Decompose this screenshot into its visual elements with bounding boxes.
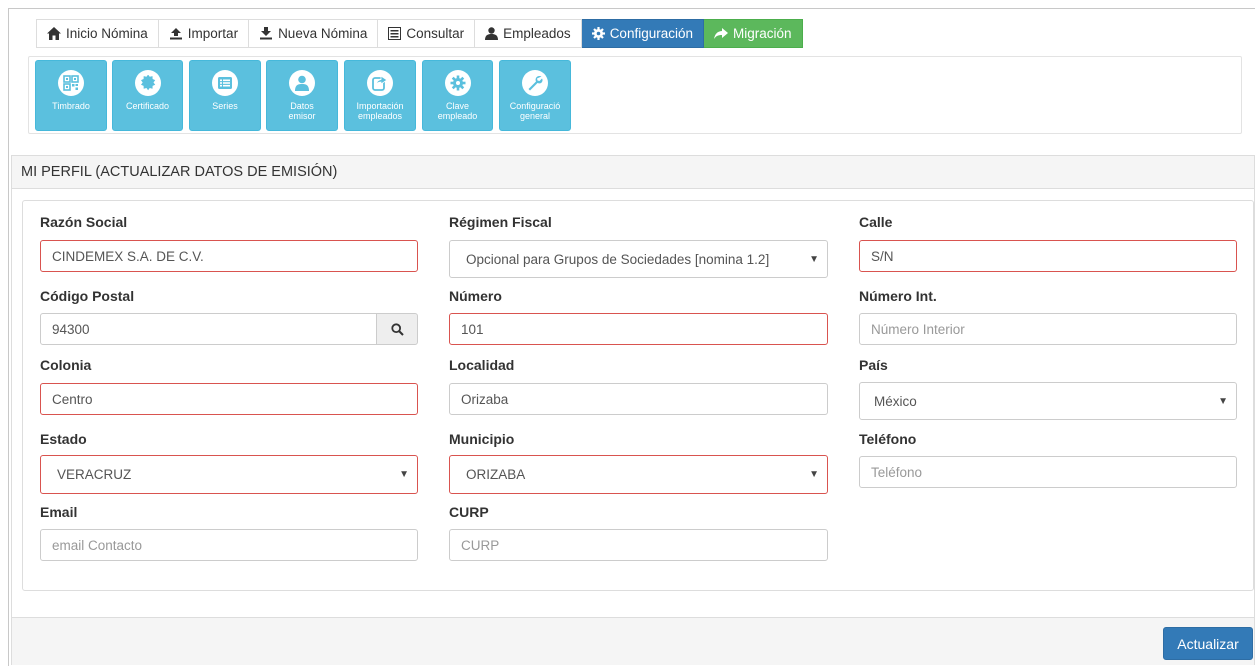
regimen-fiscal-label: Régimen Fiscal xyxy=(449,214,552,230)
estado-value: VERACRUZ xyxy=(57,467,132,482)
numero-input[interactable]: 101 xyxy=(449,313,828,345)
curp-label: CURP xyxy=(449,504,489,520)
tile-label: Importación empleados xyxy=(356,101,404,121)
municipio-value: ORIZABA xyxy=(466,467,526,482)
certificate-icon xyxy=(134,70,161,96)
caret-down-icon: ▼ xyxy=(809,253,819,265)
qrcode-icon xyxy=(58,70,84,96)
calle-label: Calle xyxy=(859,214,893,230)
telefono-input[interactable]: Teléfono xyxy=(859,456,1237,488)
razon-social-input[interactable]: CINDEMEX S.A. DE C.V. xyxy=(40,240,418,272)
gear-icon xyxy=(444,70,471,96)
user-icon xyxy=(485,27,499,40)
localidad-input[interactable]: Orizaba xyxy=(449,383,828,415)
email-label: Email xyxy=(40,504,78,520)
home-icon xyxy=(47,27,61,40)
telefono-label: Teléfono xyxy=(859,431,917,447)
list-icon xyxy=(212,70,238,96)
download-icon xyxy=(260,27,273,40)
caret-down-icon: ▼ xyxy=(809,469,819,480)
tab-label: Empleados xyxy=(503,26,571,41)
gear-icon xyxy=(591,27,605,40)
tab-importar[interactable]: Importar xyxy=(158,19,250,48)
tab-label: Nueva Nómina xyxy=(278,26,368,41)
user-icon xyxy=(289,70,315,96)
tab-label: Migración xyxy=(733,26,792,41)
caret-down-icon: ▼ xyxy=(1218,395,1228,407)
tile-label: Clave empleado xyxy=(437,101,478,121)
colonia-input[interactable]: Centro xyxy=(40,383,418,415)
search-icon xyxy=(390,322,404,336)
share-arrow-icon xyxy=(714,27,728,39)
search-button[interactable] xyxy=(376,313,418,345)
municipio-select[interactable]: ORIZABA ▼ xyxy=(449,455,828,494)
profile-form: Razón Social CINDEMEX S.A. DE C.V. Régim… xyxy=(22,200,1254,591)
tile-series[interactable]: Series xyxy=(189,60,261,131)
razon-social-label: Razón Social xyxy=(40,214,128,230)
pais-value: México xyxy=(874,393,917,409)
tab-label: Consultar xyxy=(406,26,465,41)
list-icon xyxy=(388,27,402,40)
tile-label: Certificado xyxy=(125,101,170,111)
curp-input[interactable]: CURP xyxy=(449,529,828,561)
config-toolbar: Timbrado Certificado Series Datos emisor… xyxy=(28,56,1242,134)
tile-timbrado[interactable]: Timbrado xyxy=(35,60,107,131)
estado-label: Estado xyxy=(40,431,87,447)
regimen-fiscal-value: Opcional para Grupos de Sociedades [nomi… xyxy=(466,251,770,267)
tile-datos-emisor[interactable]: Datos emisor xyxy=(266,60,338,131)
upload-icon xyxy=(169,28,182,40)
tab-migracion[interactable]: Migración xyxy=(704,19,803,48)
tab-empleados[interactable]: Empleados xyxy=(475,19,582,48)
municipio-label: Municipio xyxy=(449,431,515,447)
tab-label: Importar xyxy=(187,26,239,41)
pais-label: País xyxy=(859,357,888,373)
tab-consultar[interactable]: Consultar xyxy=(378,19,476,48)
numero-int-input[interactable]: Número Interior xyxy=(859,313,1237,345)
pais-select[interactable]: México ▼ xyxy=(859,382,1237,420)
tile-label: Timbrado xyxy=(52,101,90,111)
share-icon xyxy=(367,70,393,96)
tile-certificado[interactable]: Certificado xyxy=(112,60,183,131)
estado-select[interactable]: VERACRUZ ▼ xyxy=(40,455,418,494)
codigo-postal-input[interactable]: 94300 xyxy=(40,313,378,345)
tab-nueva-nomina[interactable]: Nueva Nómina xyxy=(249,19,379,48)
tile-configuracion-general[interactable]: Configuració general xyxy=(499,60,571,131)
panel-footer: Actualizar xyxy=(12,617,1254,665)
tab-inicio-nomina[interactable]: Inicio Nómina xyxy=(37,19,159,48)
tab-configuracion[interactable]: Configuración xyxy=(581,19,704,48)
tab-label: Configuración xyxy=(609,26,693,41)
tile-importacion-empleados[interactable]: Importación empleados xyxy=(344,60,416,131)
tile-label: Datos emisor xyxy=(288,101,316,121)
tab-label: Inicio Nómina xyxy=(66,26,148,41)
caret-down-icon: ▼ xyxy=(399,469,409,480)
regimen-fiscal-select[interactable]: Opcional para Grupos de Sociedades [nomi… xyxy=(449,240,828,278)
update-button[interactable]: Actualizar xyxy=(1163,627,1253,660)
email-input[interactable]: email Contacto xyxy=(40,529,418,561)
numero-label: Número xyxy=(449,288,502,304)
panel-title: MI PERFIL (ACTUALIZAR DATOS DE EMISIÓN) xyxy=(12,156,1254,189)
localidad-label: Localidad xyxy=(449,357,515,373)
tile-label: Series xyxy=(212,101,238,111)
tile-clave-empleado[interactable]: Clave empleado xyxy=(422,60,493,131)
numero-int-label: Número Int. xyxy=(859,288,937,304)
codigo-postal-label: Código Postal xyxy=(40,288,135,304)
wrench-icon xyxy=(522,70,548,96)
tile-label: Configuració general xyxy=(509,101,561,121)
calle-input[interactable]: S/N xyxy=(859,240,1237,272)
colonia-label: Colonia xyxy=(40,357,92,373)
profile-panel: MI PERFIL (ACTUALIZAR DATOS DE EMISIÓN) … xyxy=(11,155,1255,665)
main-tabs: Inicio Nómina Importar Nueva Nómina Cons… xyxy=(36,19,803,48)
